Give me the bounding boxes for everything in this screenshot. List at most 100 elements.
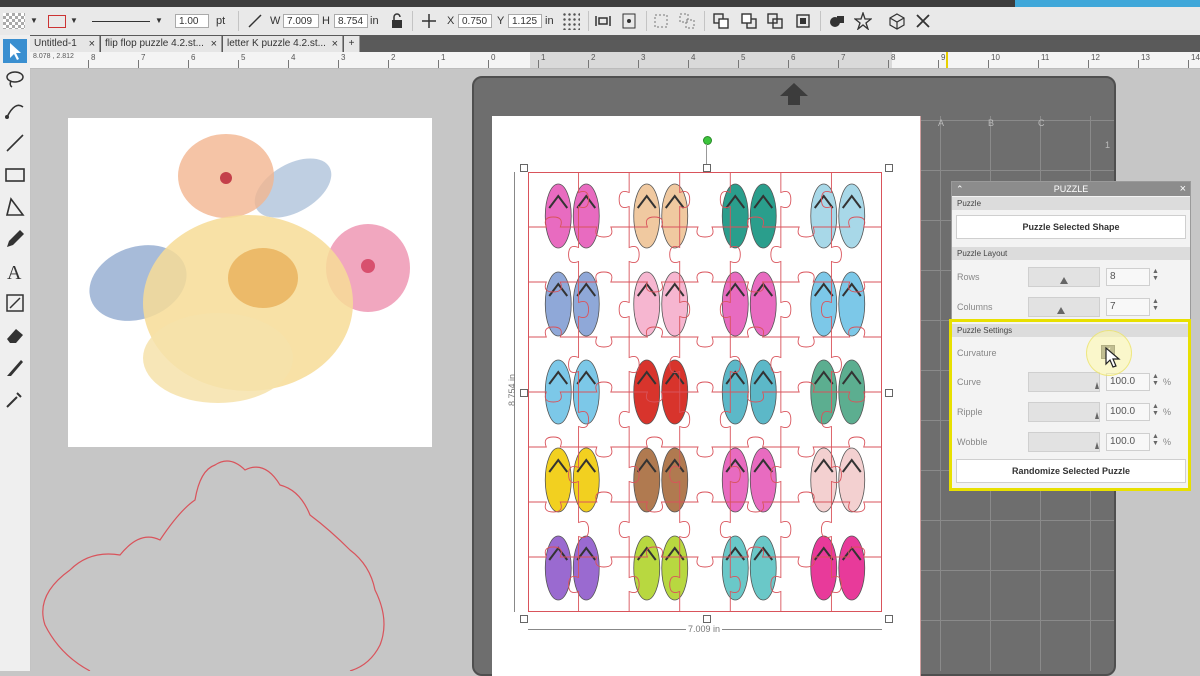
- cut-outline-shape[interactable]: [30, 440, 430, 671]
- ruler-tick: [388, 60, 389, 68]
- puzzle-selected-shape-button[interactable]: Puzzle Selected Shape: [956, 215, 1186, 239]
- height-input[interactable]: 8.754: [334, 14, 368, 28]
- ruler-tick: [788, 60, 789, 68]
- polygon-tool-icon[interactable]: [3, 195, 27, 219]
- line-style-dropdown-icon[interactable]: ▼: [155, 7, 163, 35]
- mat-grid-line: [920, 120, 1114, 121]
- section-header-layout: Puzzle Layout: [952, 247, 1190, 260]
- section-header-puzzle: Puzzle: [952, 197, 1190, 210]
- tab-close-icon[interactable]: ×: [211, 36, 217, 52]
- close-icon[interactable]: [914, 12, 932, 30]
- ruler-label: 8: [91, 53, 96, 62]
- line-tool-icon[interactable]: [3, 131, 27, 155]
- line-color-icon[interactable]: [48, 15, 66, 28]
- resize-handle[interactable]: [885, 164, 893, 172]
- eraser-tool-icon[interactable]: [3, 323, 27, 347]
- tab-untitled-1[interactable]: Untitled-1 ×: [30, 36, 100, 52]
- ruler-label: 3: [341, 53, 346, 62]
- ruler-label: 14: [1191, 53, 1200, 62]
- columns-stepper[interactable]: ▲ ▼: [1152, 298, 1159, 312]
- rows-slider[interactable]: [1028, 267, 1100, 287]
- text-tool-icon[interactable]: A: [3, 259, 27, 283]
- ruler-label: 7: [841, 53, 846, 62]
- bring-forward-icon[interactable]: [766, 12, 784, 30]
- ruler-tick: [1088, 60, 1089, 68]
- resize-handle[interactable]: [520, 615, 528, 623]
- fill-dropdown-icon[interactable]: ▼: [30, 7, 38, 35]
- panel-title: PUZZLE: [1053, 184, 1089, 194]
- watercolor-flower-image[interactable]: [68, 118, 432, 447]
- mat-column-label: A: [938, 118, 945, 128]
- toolbar-divider: [704, 11, 705, 31]
- eyedropper-tool-icon[interactable]: [3, 387, 27, 411]
- grid-origin-icon[interactable]: [562, 12, 580, 30]
- x-position-input[interactable]: 0.750: [458, 14, 492, 28]
- select-tool-icon[interactable]: [3, 39, 27, 63]
- rows-stepper[interactable]: ▲ ▼: [1152, 268, 1159, 282]
- flip-flop: [661, 535, 689, 601]
- bring-to-front-icon[interactable]: [712, 12, 730, 30]
- panel-close-icon[interactable]: ×: [1180, 182, 1186, 196]
- resize-icon[interactable]: [246, 12, 264, 30]
- ruler-label: 13: [1141, 53, 1150, 62]
- resize-handle[interactable]: [520, 164, 528, 172]
- rotate-handle[interactable]: [703, 136, 712, 145]
- tab-close-icon[interactable]: ×: [332, 36, 338, 52]
- ruler-label: 6: [791, 53, 796, 62]
- ruler-label: 1: [441, 53, 446, 62]
- resize-handle[interactable]: [703, 615, 711, 623]
- ruler-label: 11: [1041, 53, 1050, 62]
- star-shape-icon[interactable]: [854, 12, 872, 30]
- ruler-label: 4: [691, 53, 696, 62]
- group-icon[interactable]: [652, 12, 670, 30]
- ruler-cursor-indicator: [946, 52, 948, 68]
- fill-pattern-icon[interactable]: [3, 13, 25, 29]
- rectangle-tool-icon[interactable]: [3, 163, 27, 187]
- stroke-width-input[interactable]: 1.00: [175, 14, 209, 28]
- lasso-tool-icon[interactable]: [3, 67, 27, 91]
- collapse-icon[interactable]: ⌃: [956, 182, 964, 196]
- trace-tool-icon[interactable]: [3, 291, 27, 315]
- edit-points-icon[interactable]: [3, 99, 27, 123]
- flip-flop: [544, 183, 572, 249]
- flip-flop-puzzle[interactable]: [528, 172, 882, 612]
- ruler-tick: [88, 60, 89, 68]
- weld-icon[interactable]: [828, 12, 846, 30]
- tab-letter-k-puzzle[interactable]: letter K puzzle 4.2.st... ×: [223, 36, 343, 52]
- align-center-icon[interactable]: [594, 12, 612, 30]
- pencil-tool-icon[interactable]: [3, 227, 27, 251]
- center-to-page-icon[interactable]: [620, 12, 638, 30]
- columns-input[interactable]: 7: [1106, 298, 1150, 316]
- line-color-dropdown-icon[interactable]: ▼: [70, 7, 78, 35]
- move-icon[interactable]: [420, 12, 438, 30]
- knife-tool-icon[interactable]: [3, 355, 27, 379]
- ungroup-icon[interactable]: [678, 12, 696, 30]
- ruler-tick: [488, 60, 489, 68]
- flip-flop: [661, 183, 689, 249]
- width-input[interactable]: 7.009: [283, 14, 319, 28]
- send-to-back-icon[interactable]: [740, 12, 758, 30]
- flip-flop: [572, 183, 600, 249]
- line-style-icon[interactable]: [92, 21, 150, 22]
- rows-input[interactable]: 8: [1106, 268, 1150, 286]
- 3d-box-icon[interactable]: [888, 12, 906, 30]
- resize-handle[interactable]: [885, 389, 893, 397]
- title-strip-accent: [1015, 0, 1200, 7]
- tab-flip-flop-puzzle[interactable]: flip flop puzzle 4.2.st... ×: [101, 36, 222, 52]
- mat-grid-line: [940, 116, 941, 671]
- tab-close-icon[interactable]: ×: [89, 36, 95, 52]
- ruler-label: 2: [391, 53, 396, 62]
- ruler-tick: [338, 60, 339, 68]
- resize-handle[interactable]: [885, 615, 893, 623]
- ruler-label: 10: [991, 53, 1000, 62]
- lock-icon[interactable]: [388, 12, 406, 30]
- size-unit-label: in: [370, 15, 379, 27]
- width-label: W: [270, 15, 281, 27]
- mat-column-label: B: [988, 118, 995, 128]
- send-backward-icon[interactable]: [794, 12, 812, 30]
- flip-flop: [838, 183, 866, 249]
- y-position-input[interactable]: 1.125: [508, 14, 542, 28]
- columns-slider[interactable]: [1028, 297, 1100, 317]
- resize-handle[interactable]: [703, 164, 711, 172]
- new-tab-button[interactable]: +: [344, 36, 360, 52]
